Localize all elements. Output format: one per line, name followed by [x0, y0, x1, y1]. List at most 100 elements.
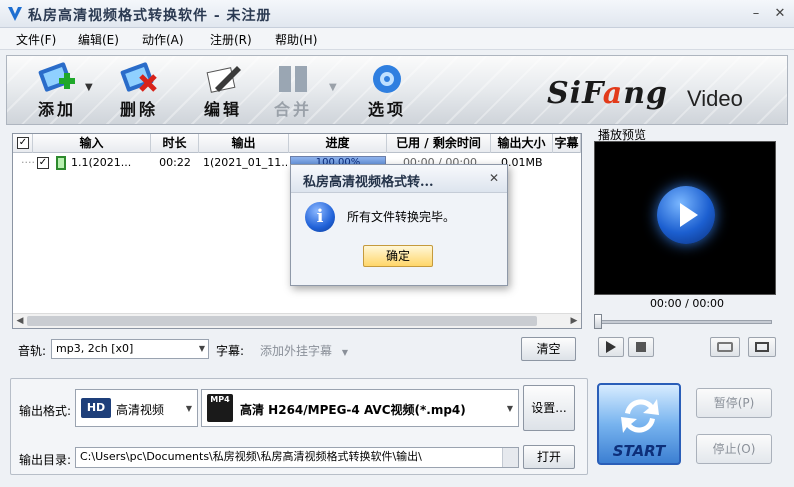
output-format-select[interactable]: MP4 高清 H264/MPEG-4 AVC视频(*.mp4) ▼ [201, 389, 519, 427]
col-subtitle[interactable]: 字幕 [553, 134, 581, 153]
menu-register[interactable]: 注册(R) [210, 31, 252, 48]
stop-conversion-button[interactable]: 停止(O) [696, 434, 772, 464]
add-dropdown-icon[interactable]: ▼ [85, 82, 93, 93]
dialog-message: 所有文件转换完毕。 [347, 210, 456, 224]
merge-label: 合并 [273, 100, 312, 119]
scroll-right-icon[interactable]: ▶ [567, 314, 581, 329]
add-button[interactable]: 添加 [21, 58, 93, 124]
output-settings-group: 输出格式: HD 高清视频 ▼ MP4 高清 H264/MPEG-4 AVC视频… [10, 378, 588, 475]
output-format-value: 高清 H264/MPEG-4 AVC视频(*.mp4) [240, 403, 466, 417]
completion-dialog: 私房高清视频格式转... ✕ i 所有文件转换完毕。 确定 [290, 164, 508, 286]
col-size[interactable]: 输出大小 [491, 134, 553, 153]
settings-button[interactable]: 设置... [523, 385, 575, 431]
add-label: 添加 [37, 100, 76, 119]
col-time[interactable]: 已用 / 剩余时间 [387, 134, 491, 153]
col-duration[interactable]: 时长 [151, 134, 199, 153]
options-button[interactable]: 选项 [351, 58, 423, 124]
pause-button[interactable]: 暂停(P) [696, 388, 772, 418]
select-all-checkbox[interactable]: ✓ [17, 137, 29, 149]
preview-panel: 播放预览 00:00 / 00:00 [590, 124, 784, 364]
fullscreen-button[interactable] [748, 337, 776, 357]
seek-bar[interactable] [600, 320, 772, 324]
header-checkbox-cell[interactable]: ✓ [13, 134, 33, 153]
col-output[interactable]: 输出 [199, 134, 289, 153]
horizontal-scrollbar[interactable]: ◀ ▶ [13, 313, 581, 328]
stop-small-icon [636, 342, 646, 352]
output-dir-input[interactable]: C:\Users\pc\Documents\私房视频\私房高清视频格式转换软件\… [75, 447, 519, 468]
play-button[interactable] [598, 337, 624, 357]
preview-screen[interactable] [594, 141, 776, 295]
chevron-down-icon: ▼ [185, 404, 192, 413]
browse-icon[interactable] [502, 448, 518, 467]
scrollbar-thumb[interactable] [27, 316, 537, 326]
minimize-button[interactable]: – [748, 6, 764, 22]
menu-edit[interactable]: 编辑(E) [78, 31, 119, 48]
mp4-icon: MP4 [207, 394, 233, 422]
preview-time: 00:00 / 00:00 [649, 297, 725, 310]
row-input: 1.1(2021... [71, 156, 132, 169]
dialog-title-bar: 私房高清视频格式转... ✕ [291, 165, 507, 193]
toolbar: 添加 ▼ 删除 编辑 合并 ▼ 选项 SiFang Video [6, 55, 788, 125]
open-button[interactable]: 打开 [523, 445, 575, 469]
start-button[interactable]: START [597, 383, 681, 465]
ok-button[interactable]: 确定 [363, 245, 433, 267]
chevron-down-icon: ▼ [506, 404, 513, 413]
tree-line: ···· [21, 156, 35, 169]
audio-track-select[interactable]: mp3, 2ch [x0] ▼ [51, 339, 209, 359]
delete-film-icon [120, 62, 157, 92]
close-button[interactable]: ✕ [772, 6, 788, 22]
subtitle-select[interactable]: 添加外挂字幕 ▼ [260, 342, 348, 359]
merge-dropdown-icon[interactable]: ▼ [329, 82, 337, 93]
fullscreen-icon [755, 342, 769, 352]
output-category-select[interactable]: HD 高清视频 ▼ [75, 389, 198, 427]
audio-label: 音轨: [18, 344, 47, 358]
seek-handle[interactable] [594, 314, 602, 329]
merge-button[interactable]: 合并 [257, 58, 329, 124]
list-header: ✓ 输入 时长 输出 进度 已用 / 剩余时间 输出大小 字幕 [13, 134, 581, 153]
window-title: 私房高清视频格式转换软件 - 未注册 [28, 8, 272, 24]
title-bar: 私房高清视频格式转换软件 - 未注册 – ✕ [0, 0, 794, 28]
sifang-logo: SiFang [547, 76, 668, 111]
clear-button[interactable]: 清空 [521, 337, 576, 361]
snapshot-button[interactable] [710, 337, 740, 357]
scroll-left-icon[interactable]: ◀ [13, 314, 27, 329]
dialog-close-icon[interactable]: ✕ [489, 171, 499, 185]
row-output: 1(2021_01_11... [203, 156, 287, 169]
info-icon: i [305, 202, 335, 232]
output-dir-label: 输出目录: [19, 453, 72, 467]
edit-pen-icon [206, 66, 241, 93]
row-size: 0.01MB [501, 156, 543, 169]
dialog-title: 私房高清视频格式转... [303, 175, 434, 190]
col-progress[interactable]: 进度 [289, 134, 387, 153]
output-category-value: 高清视频 [116, 403, 165, 417]
col-input[interactable]: 输入 [33, 134, 151, 153]
camera-icon [717, 342, 733, 352]
play-icon[interactable] [657, 186, 715, 244]
chevron-down-icon: ▼ [341, 348, 348, 357]
brand-video-label: Video [687, 86, 743, 111]
edit-label: 编辑 [203, 100, 242, 119]
audio-track-value: mp3, 2ch [x0] [56, 342, 134, 355]
convert-arrows-icon [621, 399, 659, 433]
options-label: 选项 [367, 100, 406, 119]
subtitle-placeholder: 添加外挂字幕 [260, 344, 333, 358]
merge-film-icon [279, 66, 307, 92]
play-small-icon [606, 341, 616, 353]
app-logo-icon [8, 7, 22, 21]
output-format-label: 输出格式: [19, 404, 72, 418]
row-checkbox[interactable]: ✓ [37, 157, 49, 169]
menu-bar: 文件(F) 编辑(E) 动作(A) 注册(R) 帮助(H) [0, 28, 794, 50]
video-file-icon [56, 156, 66, 170]
menu-help[interactable]: 帮助(H) [275, 31, 317, 48]
start-label: START [612, 442, 666, 460]
output-dir-value: C:\Users\pc\Documents\私房视频\私房高清视频格式转换软件\… [80, 450, 422, 463]
chevron-down-icon: ▼ [198, 344, 205, 353]
options-gear-icon [373, 65, 401, 93]
stop-button[interactable] [628, 337, 654, 357]
row-duration: 00:22 [159, 156, 191, 169]
delete-button[interactable]: 删除 [103, 58, 175, 124]
menu-file[interactable]: 文件(F) [16, 31, 56, 48]
menu-action[interactable]: 动作(A) [142, 31, 184, 48]
edit-button[interactable]: 编辑 [187, 58, 259, 124]
delete-label: 删除 [119, 100, 158, 119]
